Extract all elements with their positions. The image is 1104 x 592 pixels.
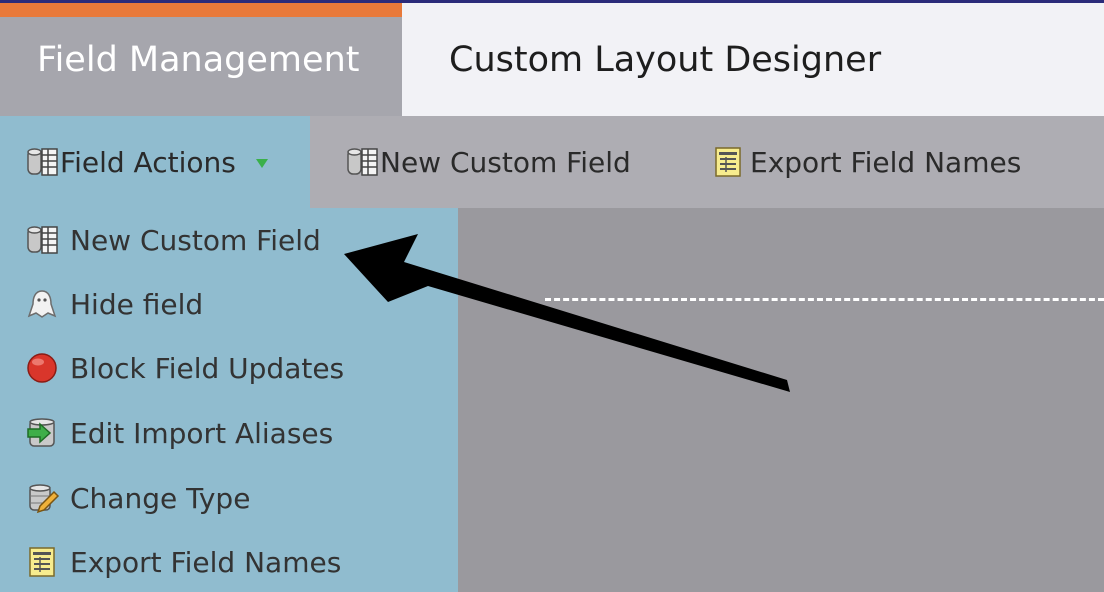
chevron-down-icon: [255, 158, 268, 168]
tab-custom-layout-designer[interactable]: Custom Layout Designer: [402, 3, 1104, 116]
document-icon: [710, 144, 746, 180]
menu-item-label: Hide field: [70, 287, 204, 321]
menu-item-block-field-updates[interactable]: Block Field Updates: [24, 348, 344, 388]
menu-item-label: Export Field Names: [70, 545, 342, 579]
database-table-icon: [24, 144, 60, 180]
menu-item-label: Change Type: [70, 481, 251, 515]
menu-item-new-custom-field[interactable]: New Custom Field: [24, 220, 321, 260]
tab-bar: Field Management Custom Layout Designer: [0, 0, 1104, 116]
dashed-divider: [545, 298, 1104, 301]
new-custom-field-label: New Custom Field: [380, 145, 631, 179]
field-actions-button[interactable]: Field Actions: [0, 116, 310, 208]
menu-item-hide-field[interactable]: Hide field: [24, 284, 203, 324]
document-icon: [24, 544, 60, 580]
export-field-names-label: Export Field Names: [750, 145, 1022, 179]
menu-item-label: New Custom Field: [70, 223, 321, 257]
field-actions-label: Field Actions: [60, 145, 236, 179]
menu-item-export-field-names[interactable]: Export Field Names: [24, 542, 341, 582]
menu-item-label: Edit Import Aliases: [70, 416, 334, 450]
menu-item-edit-import-aliases[interactable]: Edit Import Aliases: [24, 413, 333, 453]
export-field-names-button[interactable]: Export Field Names: [710, 116, 1021, 208]
import-arrow-icon: [24, 415, 60, 451]
tab-label: Custom Layout Designer: [449, 39, 882, 80]
menu-item-change-type[interactable]: Change Type: [24, 478, 250, 518]
tab-label: Field Management: [37, 39, 360, 80]
field-actions-menu: New Custom Field Hide field Block Field …: [0, 208, 458, 592]
tab-field-management[interactable]: Field Management: [0, 3, 402, 116]
database-table-icon: [344, 144, 380, 180]
ghost-icon: [24, 286, 60, 322]
toolbar: Field Actions New Custom Field Export Fi…: [0, 116, 1104, 208]
content-area: [458, 208, 1104, 592]
menu-item-label: Block Field Updates: [70, 351, 345, 385]
database-pencil-icon: [24, 480, 60, 516]
new-custom-field-button[interactable]: New Custom Field: [344, 116, 631, 208]
database-table-icon: [24, 222, 60, 258]
red-circle-icon: [24, 350, 60, 386]
